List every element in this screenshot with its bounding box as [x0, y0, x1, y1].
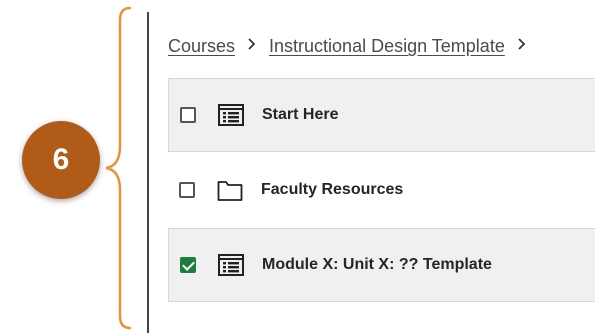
step-number: 6 — [52, 143, 70, 176]
document-icon — [218, 252, 244, 278]
breadcrumb-courses-link[interactable]: Courses — [168, 36, 235, 57]
item-title[interactable]: Faculty Resources — [261, 181, 403, 199]
step-number-badge: 6 — [22, 121, 100, 199]
breadcrumb-separator — [517, 37, 527, 56]
item-checkbox[interactable] — [179, 182, 195, 198]
chevron-right-icon — [248, 38, 256, 50]
content-item-module-template[interactable]: Module X: Unit X: ?? Template — [168, 228, 595, 302]
breadcrumb-course-link[interactable]: Instructional Design Template — [269, 36, 505, 57]
chevron-right-icon — [518, 38, 526, 50]
item-checkbox-checked[interactable] — [180, 257, 196, 273]
item-title[interactable]: Module X: Unit X: ?? Template — [262, 256, 492, 274]
breadcrumb: Courses Instructional Design Template — [168, 36, 539, 57]
item-checkbox[interactable] — [180, 107, 196, 123]
item-title[interactable]: Start Here — [262, 106, 338, 124]
panel-left-border — [147, 12, 149, 333]
content-item-start-here[interactable]: Start Here — [168, 78, 595, 152]
folder-icon — [217, 177, 243, 203]
curly-brace-annotation — [105, 6, 132, 330]
content-item-faculty-resources[interactable]: Faculty Resources — [168, 153, 595, 227]
screenshot-stage: 6 Courses Instructional Design Template — [0, 0, 595, 333]
breadcrumb-separator — [247, 37, 257, 56]
document-icon — [218, 102, 244, 128]
